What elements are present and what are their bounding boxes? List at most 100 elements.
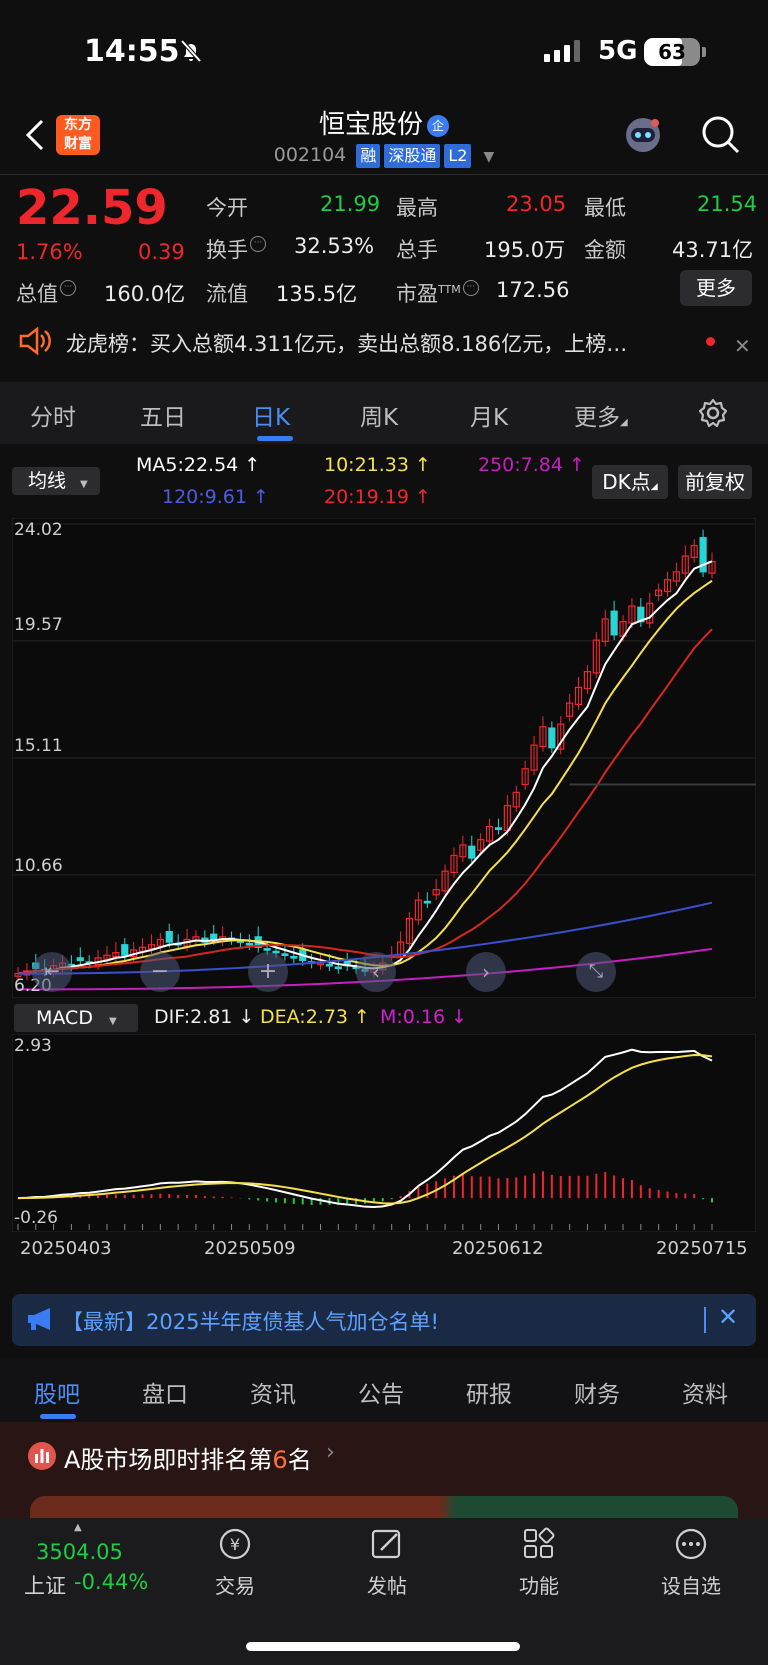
tab-news[interactable]: 资讯: [250, 1375, 296, 1409]
market-cap-label-text: 总值: [16, 282, 58, 306]
nav-trade-label: 交易: [215, 1574, 255, 1598]
rank-prefix: A股市场即时排名第: [64, 1446, 273, 1474]
forward-adjust-button[interactable]: 前复权: [678, 465, 752, 499]
high-value: 23.05: [506, 192, 567, 216]
index-name[interactable]: 上证: [24, 1570, 66, 1600]
tab-monthly-k[interactable]: 月K: [470, 398, 508, 432]
enterprise-badge: 企: [427, 114, 449, 137]
tab-five-day[interactable]: 五日: [140, 398, 186, 432]
turnover-label[interactable]: 换手 ···: [206, 234, 266, 264]
market-cap-label[interactable]: 总值 ···: [16, 278, 76, 308]
svg-text:¥: ¥: [230, 1535, 240, 1554]
search-icon[interactable]: [700, 114, 742, 160]
tag-margin: 融: [356, 144, 381, 168]
ma10-label: 10:21.33 ↑: [324, 454, 431, 476]
tab-pankou[interactable]: 盘口: [142, 1375, 188, 1409]
bell-muted-icon: [178, 38, 204, 68]
tab-guba[interactable]: 股吧: [34, 1375, 80, 1409]
turnover-value: 32.53%: [294, 234, 375, 258]
close-icon[interactable]: ✕: [718, 1303, 738, 1331]
home-indicator: [246, 1642, 520, 1651]
dk-point-button[interactable]: DK点◢: [592, 465, 668, 499]
x-tick: 20250715: [656, 1238, 748, 1259]
battery-icon: 63: [644, 38, 700, 66]
candle-body: [76, 957, 84, 962]
nav-post-label: 发帖: [367, 1574, 407, 1598]
zoom-in-icon[interactable]: +: [248, 952, 288, 992]
tab-more-label: 更多: [574, 405, 620, 431]
candle-body: [468, 845, 476, 859]
y-tick: 15.11: [14, 736, 63, 756]
nav-add-watchlist[interactable]: 设自选: [646, 1526, 736, 1599]
candle-body: [325, 963, 334, 967]
macd-m: M:0.16 ↓: [380, 1006, 468, 1028]
float-cap-value: 135.5亿: [276, 282, 358, 306]
chevron-right-icon: ›: [326, 1440, 335, 1465]
megaphone-icon: [26, 1306, 56, 1336]
volume-label: 总手: [396, 238, 438, 262]
tab-research[interactable]: 研报: [466, 1375, 512, 1409]
fullscreen-icon[interactable]: ⤡: [576, 952, 616, 992]
index-value[interactable]: 3504.05: [36, 1540, 123, 1564]
caret-down-icon: ▼: [483, 149, 495, 165]
nav-functions[interactable]: 功能: [494, 1526, 584, 1599]
amount-value: 43.71亿: [672, 238, 754, 262]
low-value: 21.54: [697, 192, 758, 216]
volume-value: 195.0万: [484, 238, 566, 262]
gear-icon[interactable]: [698, 398, 728, 432]
macd-m-text: M:0.16: [380, 1006, 446, 1028]
tag-l2: L2: [444, 144, 472, 168]
pan-left-icon[interactable]: ‹: [356, 952, 396, 992]
speaker-icon: [18, 326, 52, 360]
zoom-out-icon[interactable]: −: [140, 952, 180, 992]
trade-icon: ¥: [219, 1528, 251, 1560]
candle-body: [334, 966, 342, 970]
candle-body: [290, 955, 298, 959]
bar-chart-icon: [28, 1442, 56, 1470]
candlestick-chart[interactable]: [12, 518, 756, 998]
banner-text: 【最新】2025半年度债基人气加仓名单!: [62, 1310, 439, 1334]
macd-y-bottom: -0.26: [14, 1208, 58, 1228]
tab-announcements[interactable]: 公告: [358, 1375, 404, 1409]
index-change[interactable]: -0.44%: [74, 1570, 148, 1594]
robot-assistant-icon[interactable]: [622, 114, 664, 160]
tag-connect: 深股通: [384, 144, 441, 168]
tab-weekly-k[interactable]: 周K: [360, 398, 398, 432]
caret-up-icon: ▲: [74, 1522, 82, 1533]
low-label: 最低: [584, 196, 626, 220]
battery-level: 63: [658, 40, 686, 64]
candle-body: [548, 727, 556, 749]
x-tick: 20250403: [20, 1238, 112, 1259]
signal-icon: [544, 40, 584, 68]
status-time: 14:55: [84, 34, 180, 69]
grid-icon: [524, 1527, 555, 1558]
candle-body: [165, 930, 173, 943]
pe-label-text: 市盈: [396, 282, 438, 306]
tab-profile[interactable]: 资料: [682, 1375, 728, 1409]
tab-finance[interactable]: 财务: [574, 1375, 620, 1409]
stock-name: 恒宝股份: [318, 110, 423, 140]
macd-select[interactable]: MACD ▼: [14, 1004, 138, 1032]
indicator-select[interactable]: 均线 ▼: [12, 467, 100, 495]
tab-more[interactable]: 更多◢: [574, 398, 628, 432]
unread-dot: [706, 337, 715, 346]
candle-body: [610, 610, 618, 636]
tab-indicator: [40, 1414, 76, 1419]
macd-chart[interactable]: [12, 1034, 756, 1232]
pan-right-icon[interactable]: ›: [466, 952, 506, 992]
tab-intraday[interactable]: 分时: [30, 398, 76, 432]
banner-divider: [704, 1307, 706, 1333]
high-label: 最高: [396, 196, 438, 220]
nav-trade[interactable]: ¥ 交易: [190, 1526, 280, 1599]
ma120-label: 120:9.61 ↑: [162, 486, 269, 508]
last-price: 22.59: [16, 180, 168, 236]
more-quote-button[interactable]: 更多: [680, 270, 752, 306]
tab-daily-k[interactable]: 日K: [252, 398, 290, 432]
corner-caret-icon: ◢: [650, 482, 658, 492]
nav-post[interactable]: 发帖: [342, 1526, 432, 1599]
pe-label[interactable]: 市盈TTM ···: [396, 278, 479, 308]
divider: [0, 174, 768, 175]
caret-down-icon: ▼: [80, 479, 88, 490]
rewind-icon[interactable]: ⇤: [32, 952, 72, 992]
close-icon[interactable]: ✕: [734, 334, 751, 358]
